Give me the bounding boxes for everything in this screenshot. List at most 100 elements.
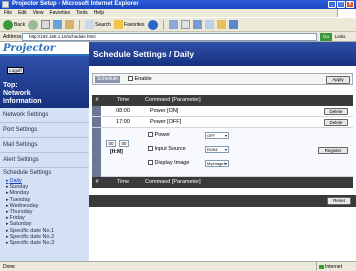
delete-button[interactable]: Delete: [324, 119, 348, 126]
menu-tools[interactable]: Tools: [76, 9, 88, 17]
sidebar-item-schedule-settings[interactable]: Schedule Settings: [3, 170, 89, 177]
enable-label: Enable: [134, 76, 152, 82]
schedule-table: # Time Command [Parameter] 08:00 Power […: [92, 95, 353, 188]
browser-toolbar: Back Search Favorites: [0, 17, 356, 32]
schedule-link-specific-date-3[interactable]: Specific date No.3: [3, 240, 89, 246]
power-label: Power: [154, 132, 171, 138]
schedule-label: Schedule: [95, 76, 120, 83]
stop-button[interactable]: [41, 20, 51, 29]
col-header-hash: #: [95, 179, 99, 185]
media-button[interactable]: [147, 19, 158, 30]
forward-button[interactable]: [28, 19, 39, 30]
folder-icon[interactable]: [216, 20, 226, 29]
address-label: Address: [3, 34, 22, 40]
sidebar-top-panel: Logoff Top: Network Information: [0, 56, 89, 108]
schedule-enable-row: Schedule Enable Apply: [92, 73, 353, 85]
hour-input[interactable]: 00: [106, 140, 116, 147]
close-button[interactable]: x: [346, 1, 354, 8]
address-bar: Address http://192.168.1.10/schedule.htm…: [0, 32, 356, 42]
favorites-label: Favorites: [123, 21, 145, 28]
sidebar-item-mail-settings[interactable]: Mail Settings: [0, 138, 89, 153]
minute-input[interactable]: 00: [119, 140, 129, 147]
go-button[interactable]: Go: [320, 33, 332, 41]
col-header-time: Time: [116, 97, 130, 103]
row-command: Power [ON]: [150, 108, 179, 114]
search-button[interactable]: Search: [85, 20, 111, 29]
back-arrow-icon: [3, 19, 13, 30]
window-titlebar: Projector Setup - Microsoft Internet Exp…: [0, 0, 356, 9]
minimize-button[interactable]: _: [328, 1, 336, 8]
display-image-option: Display Image: [148, 160, 189, 167]
logo: Projector Setup: [0, 42, 89, 66]
menu-edit[interactable]: Edit: [18, 9, 27, 17]
power-option: Power: [148, 132, 170, 139]
col-header-command: Command [Parameter]: [145, 97, 201, 103]
table-header: # Time Command [Parameter]: [92, 95, 353, 106]
links-button[interactable]: Links: [335, 32, 346, 42]
address-input[interactable]: http://192.168.1.10/schedule.html: [22, 33, 317, 41]
enable-checkbox[interactable]: [128, 76, 133, 82]
table-row: 08:00 Power [ON] Delete: [92, 106, 353, 117]
power-select[interactable]: OFF: [205, 132, 229, 139]
apply-button[interactable]: Apply: [326, 76, 350, 84]
display-image-checkbox[interactable]: [148, 160, 153, 166]
home-button[interactable]: [65, 20, 75, 29]
row-command: Power [OFF]: [150, 119, 182, 125]
time-format-label: [H:M]: [110, 149, 123, 155]
register-button[interactable]: Register: [318, 147, 348, 154]
sidebar-item-alert-settings[interactable]: Alert Settings: [0, 153, 89, 168]
sidebar-item-network-settings[interactable]: Network Settings: [0, 108, 89, 123]
window-title: Projector Setup - Microsoft Internet Exp…: [12, 1, 139, 7]
back-button[interactable]: Back: [3, 19, 26, 30]
col-header-hash: #: [95, 97, 99, 103]
row-gutter: [92, 106, 101, 116]
windows-flag-icon: [337, 9, 355, 17]
top-label-line3: Information: [3, 98, 42, 105]
sidebar-nav: Network Settings Port Settings Mail Sett…: [0, 108, 89, 246]
menu-view[interactable]: View: [33, 9, 44, 17]
back-label: Back: [14, 21, 26, 28]
col-header-time: Time: [116, 179, 130, 185]
history-button[interactable]: [168, 20, 178, 29]
delete-button[interactable]: Delete: [324, 108, 348, 115]
top-label-line1: Top:: [3, 82, 18, 89]
menu-help[interactable]: Help: [94, 9, 104, 17]
enable-option: Enable: [128, 76, 152, 83]
maximize-button[interactable]: □: [337, 1, 345, 8]
status-bar: Done Internet: [0, 261, 356, 271]
top-label-line2: Network: [3, 90, 31, 97]
logoff-button[interactable]: Logoff: [7, 67, 24, 74]
edit-button[interactable]: [204, 20, 214, 29]
sidebar-schedule-group: Schedule Settings Daily Sunday Monday Tu…: [0, 168, 89, 246]
favorites-button[interactable]: Favorites: [113, 20, 145, 29]
input-source-checkbox[interactable]: [148, 146, 153, 152]
new-entry-row: 00 00 [H:M] Power OFF Input Source RGB1 …: [92, 128, 353, 177]
toolbar-separator: [162, 19, 164, 30]
ie-icon: [2, 1, 9, 8]
star-icon: [113, 20, 123, 29]
reset-button[interactable]: Reset: [327, 197, 351, 205]
status-text: Done: [3, 264, 15, 270]
display-image-label: Display Image: [154, 160, 190, 166]
table-footer-header: # Time Command [Parameter]: [92, 177, 353, 188]
power-checkbox[interactable]: [148, 132, 153, 138]
main-content: Schedule Settings / Daily Schedule Enabl…: [89, 42, 356, 261]
row-gutter: [92, 117, 101, 127]
refresh-button[interactable]: [53, 20, 63, 29]
toolbar-separator: [79, 19, 81, 30]
menu-favorites[interactable]: Favorites: [49, 9, 70, 17]
print-button[interactable]: [192, 20, 202, 29]
search-label: Search: [95, 21, 111, 28]
col-header-command: Command [Parameter]: [145, 179, 201, 185]
action-bar: Reset: [89, 195, 356, 207]
display-image-select[interactable]: MyImage1: [205, 160, 229, 167]
sidebar-item-port-settings[interactable]: Port Settings: [0, 123, 89, 138]
top-network-information-link[interactable]: Top: Network Information: [3, 82, 42, 106]
row-time: 08:00: [116, 108, 130, 114]
messenger-icon[interactable]: [228, 20, 238, 29]
input-source-select[interactable]: RGB1: [205, 146, 229, 153]
menu-file[interactable]: File: [4, 9, 12, 17]
mail-button[interactable]: [180, 20, 190, 29]
menu-bar: File Edit View Favorites Tools Help: [0, 9, 356, 17]
input-source-label: Input Source: [154, 146, 186, 152]
